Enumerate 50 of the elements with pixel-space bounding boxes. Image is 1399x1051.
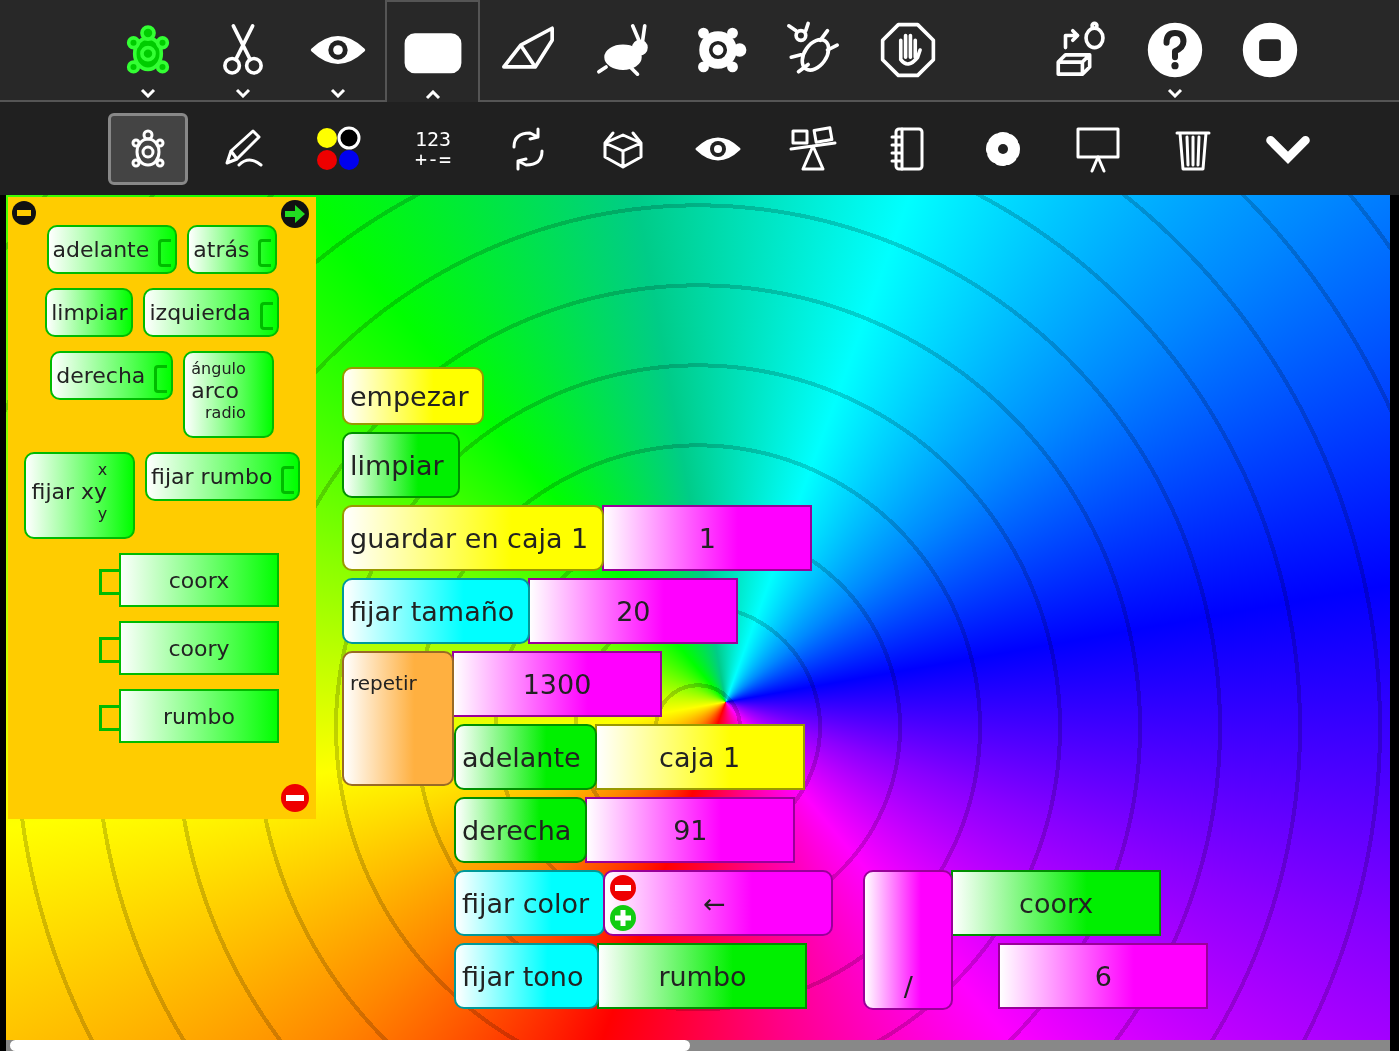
command-block[interactable]: fijar tono: [454, 943, 600, 1009]
palette-button[interactable]: 123 +-=: [393, 112, 473, 185]
block-label: ←: [702, 887, 726, 919]
palette-block[interactable]: derecha: [50, 351, 174, 400]
color-dots-icon: [314, 124, 362, 173]
palette-block[interactable]: rumbo: [97, 689, 279, 743]
argument-label: ángulo: [191, 359, 246, 378]
caret-icon: [234, 88, 251, 98]
block-label: fijar xy: [31, 479, 108, 504]
expression-block[interactable]: ←: [603, 870, 834, 936]
toolbar-button[interactable]: [385, 0, 480, 102]
value-block[interactable]: 1: [602, 505, 813, 571]
palette-block[interactable]: izquierda: [143, 288, 279, 337]
value-block[interactable]: rumbo: [597, 943, 808, 1009]
hide-icon[interactable]: [280, 783, 310, 813]
help-icon: [1145, 21, 1204, 79]
value-block[interactable]: caja 1: [594, 724, 805, 790]
palette-block[interactable]: fijar rumbo: [145, 452, 301, 501]
divide-block[interactable]: /: [863, 870, 954, 1010]
caret-icon: [329, 88, 346, 98]
palette-block[interactable]: adelante: [46, 225, 178, 274]
palette-block[interactable]: ángulo arco radio: [183, 351, 274, 438]
block-label: arco: [191, 378, 240, 403]
value-block[interactable]: coorx: [951, 870, 1162, 936]
horizontal-scrollbar[interactable]: [6, 1040, 1390, 1051]
palette-block[interactable]: x fijar xy y: [23, 452, 136, 539]
palette-button[interactable]: [108, 112, 188, 185]
repeat-block[interactable]: repetir: [342, 651, 454, 786]
palette-block[interactable]: coorx: [97, 553, 279, 607]
command-block[interactable]: fijar color: [454, 870, 606, 936]
stop-sign-icon: [878, 21, 937, 79]
argument-label: y: [97, 504, 108, 523]
value-block[interactable]: 1300: [452, 651, 662, 717]
remove-icon[interactable]: [609, 874, 638, 902]
command-block[interactable]: guardar en caja 1: [342, 505, 605, 571]
caret-icon: [1166, 88, 1183, 98]
palette-block[interactable]: limpiar: [45, 288, 134, 337]
collapse-icon[interactable]: [10, 199, 38, 227]
caret-icon: [424, 90, 441, 100]
argument-label: radio: [205, 403, 246, 422]
stop-icon: [1240, 21, 1299, 79]
palette-block[interactable]: atrás: [187, 225, 278, 274]
argument-label: x: [97, 460, 108, 479]
value-block[interactable]: 20: [528, 578, 739, 644]
command-block[interactable]: fijar tamaño: [342, 578, 531, 644]
caret-icon: [139, 88, 156, 98]
seesaw-icon: [789, 124, 837, 173]
palette-block[interactable]: coory: [97, 621, 279, 675]
value-block[interactable]: 91: [585, 797, 796, 863]
value-block[interactable]: 6: [998, 943, 1209, 1009]
